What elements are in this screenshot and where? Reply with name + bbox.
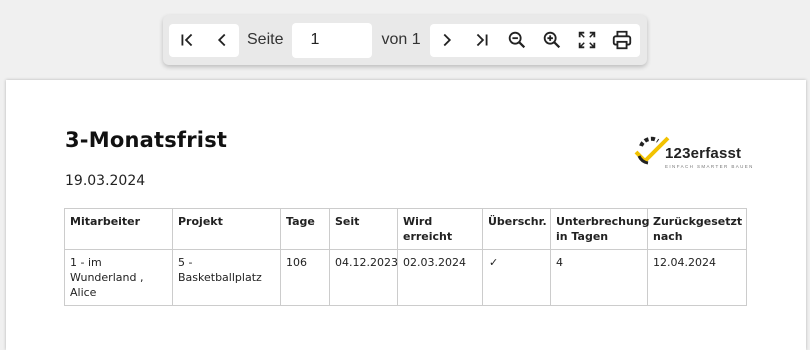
column-header-unterbrechung: Unterbrechung in Tagen — [550, 208, 650, 250]
page-number-input[interactable] — [292, 22, 373, 58]
page-count-label: von 1 — [381, 31, 421, 48]
first-page-icon — [181, 33, 192, 47]
column-header-tage: Tage — [280, 208, 330, 250]
zoom-out-icon — [508, 31, 526, 49]
table-row: 1 - im Wunderland , Alice 5 - Basketball… — [64, 249, 747, 306]
column-header-wird-erreicht: Wird erreicht — [397, 208, 483, 250]
zoom-out-button[interactable] — [500, 24, 535, 57]
report-viewer-toolbar: Seite von 1 — [163, 15, 647, 65]
report-date: 19.03.2024 — [65, 173, 146, 189]
last-page-button[interactable] — [465, 24, 500, 57]
previous-page-button[interactable] — [204, 24, 239, 57]
report-table: Mitarbeiter Projekt Tage Seit Wird errei… — [64, 208, 747, 306]
report-page: 3-Monatsfrist 19.03.2024 123erfasst EINF… — [6, 80, 806, 350]
column-header-seit: Seit — [329, 208, 398, 250]
logo-wordmark: 123erfasst — [665, 145, 742, 162]
report-title: 3-Monatsfrist — [65, 128, 228, 152]
zoom-in-button[interactable] — [535, 24, 570, 57]
fullscreen-button[interactable] — [570, 24, 605, 57]
navigation-group-left — [169, 23, 239, 57]
previous-page-icon — [217, 33, 225, 47]
page-label: Seite — [247, 31, 284, 48]
table-header-row: Mitarbeiter Projekt Tage Seit Wird errei… — [64, 208, 747, 250]
company-logo: 123erfasst EINFACH SMARTER BAUEN — [632, 132, 752, 174]
cell-seit: 04.12.2023 — [329, 249, 398, 306]
logo-tagline: EINFACH SMARTER BAUEN — [665, 164, 754, 169]
first-page-button[interactable] — [169, 24, 204, 57]
cell-tage: 106 — [280, 249, 330, 306]
cell-wird-erreicht: 02.03.2024 — [397, 249, 483, 306]
cell-unterbrechung: 4 — [550, 249, 648, 306]
next-page-button[interactable] — [430, 24, 465, 57]
column-header-ueberschritten: Überschr. — [482, 208, 551, 250]
last-page-icon — [476, 33, 488, 47]
cell-projekt: 5 - Basketballplatz — [172, 249, 281, 306]
print-button[interactable] — [605, 24, 640, 57]
zoom-in-icon — [543, 31, 561, 49]
column-header-zurueckgesetzt: Zurückgesetzt nach — [647, 208, 747, 250]
column-header-mitarbeiter: Mitarbeiter — [64, 208, 173, 250]
column-header-projekt: Projekt — [172, 208, 281, 250]
cell-mitarbeiter: 1 - im Wunderland , Alice — [64, 249, 173, 306]
navigation-group-right — [429, 23, 640, 57]
cell-ueberschritten-checkmark: ✓ — [482, 249, 551, 306]
fullscreen-icon — [578, 31, 596, 49]
print-icon — [612, 30, 632, 50]
cell-zurueckgesetzt: 12.04.2024 — [647, 249, 747, 306]
next-page-icon — [443, 33, 452, 47]
